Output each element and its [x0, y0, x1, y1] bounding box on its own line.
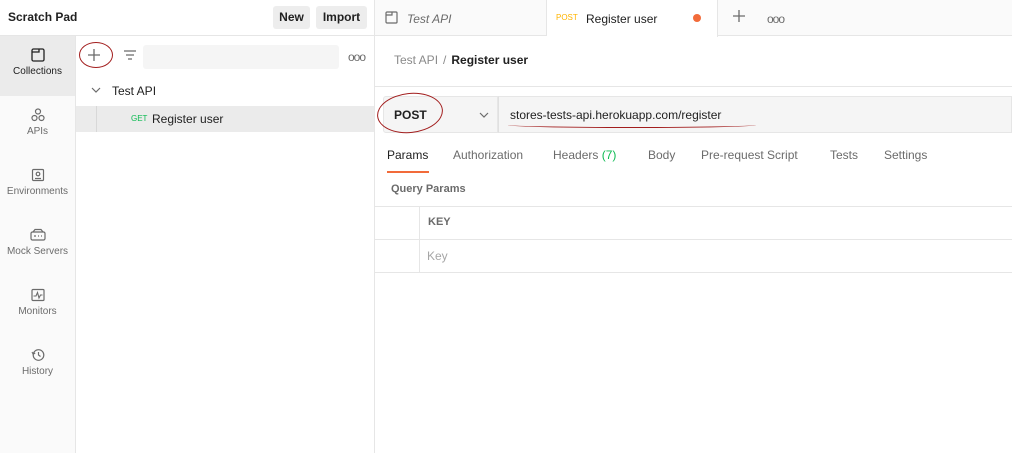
collections-toolbar: ooo [76, 36, 374, 76]
annotation-underline-url [508, 122, 756, 128]
environments-icon [31, 168, 44, 182]
active-tab-indicator [387, 171, 429, 173]
headers-label: Headers [553, 148, 599, 162]
tab-bar: Test API POST Register user ooo [375, 0, 1012, 37]
history-icon [31, 349, 44, 361]
filter-icon[interactable] [123, 49, 137, 61]
collection-item-test-api[interactable]: Test API [76, 80, 374, 102]
sidebar-item-label: APIs [26, 126, 49, 137]
headers-count: (7) [601, 148, 617, 162]
monitors-icon [30, 288, 45, 302]
tab-params[interactable]: Params [387, 148, 428, 162]
request-label: Register user [152, 112, 224, 126]
tab-tests[interactable]: Tests [830, 148, 858, 162]
key-column-header: KEY [428, 216, 451, 228]
tab-settings[interactable]: Settings [884, 148, 927, 162]
sidebar: Scratch Pad New Import Collections APIs … [0, 0, 375, 453]
tab-label: Test API [407, 12, 452, 26]
unsaved-indicator [693, 14, 701, 22]
key-field[interactable] [427, 246, 1007, 266]
sidebar-item-mock-servers[interactable]: Mock Servers [0, 216, 75, 276]
tab-test-api[interactable]: Test API [375, 0, 547, 36]
import-button[interactable]: Import [316, 6, 367, 29]
annotation-circle-plus [79, 42, 113, 68]
tab-headers[interactable]: Headers (7) [553, 148, 616, 162]
sidebar-item-label: Collections [13, 66, 62, 77]
tab-register-user[interactable]: POST Register user [547, 0, 718, 37]
breadcrumb-current: Register user [451, 53, 529, 67]
method-badge: POST [556, 13, 578, 22]
sidebar-item-history[interactable]: History [0, 336, 75, 396]
tab-more-icon[interactable]: ooo [767, 12, 785, 26]
mock-servers-icon [29, 228, 46, 241]
sidebar-item-label: Mock Servers [6, 246, 69, 257]
breadcrumb-parent[interactable]: Test API [394, 53, 438, 67]
method-badge: GET [131, 114, 148, 123]
sidebar-item-collections[interactable]: Collections [0, 36, 75, 96]
new-button[interactable]: New [273, 6, 310, 29]
search-collections-input[interactable] [143, 45, 339, 69]
workspace-title: Scratch Pad [8, 10, 78, 24]
collection-label: Test API [112, 84, 157, 98]
sidebar-item-label: Environments [6, 186, 69, 197]
tab-pre-request-script[interactable]: Pre-request Script [701, 148, 798, 162]
table-border [375, 206, 1012, 207]
apis-icon [30, 108, 45, 122]
divider [375, 86, 1012, 87]
breadcrumb-separator: / [443, 53, 447, 67]
chevron-down-icon [479, 112, 489, 118]
tree-guide-line [96, 106, 97, 132]
request-tabs: Params Authorization Headers (7) Body Pr… [375, 148, 1012, 174]
sidebar-item-apis[interactable]: APIs [0, 96, 75, 156]
url-value: stores-tests-api.herokuapp.com/register [510, 108, 722, 122]
table-border [375, 272, 1012, 273]
sidebar-item-label: History [21, 366, 54, 377]
collections-panel: ooo Test API GET Register user [76, 36, 374, 453]
tab-body[interactable]: Body [648, 148, 675, 162]
tab-authorization[interactable]: Authorization [453, 148, 523, 162]
new-tab-icon[interactable] [732, 9, 746, 23]
main-panel: Test API POST Register user ooo Test API… [375, 0, 1012, 453]
table-border [375, 239, 1012, 240]
workspace-header: Scratch Pad New Import [0, 0, 375, 36]
collection-icon [385, 11, 398, 24]
request-item-register-user[interactable]: GET Register user [76, 106, 374, 132]
more-options-icon[interactable]: ooo [348, 50, 366, 64]
query-params-title: Query Params [391, 183, 466, 195]
sidebar-rail: Collections APIs Environments Mock Serve… [0, 36, 76, 453]
sidebar-item-label: Monitors [18, 306, 57, 317]
sidebar-item-monitors[interactable]: Monitors [0, 276, 75, 336]
sidebar-item-environments[interactable]: Environments [0, 156, 75, 216]
collections-icon [30, 48, 45, 62]
table-border [419, 206, 420, 272]
chevron-down-icon[interactable] [91, 86, 101, 94]
tab-label: Register user [586, 12, 658, 26]
breadcrumb: Test API / Register user [394, 53, 528, 67]
